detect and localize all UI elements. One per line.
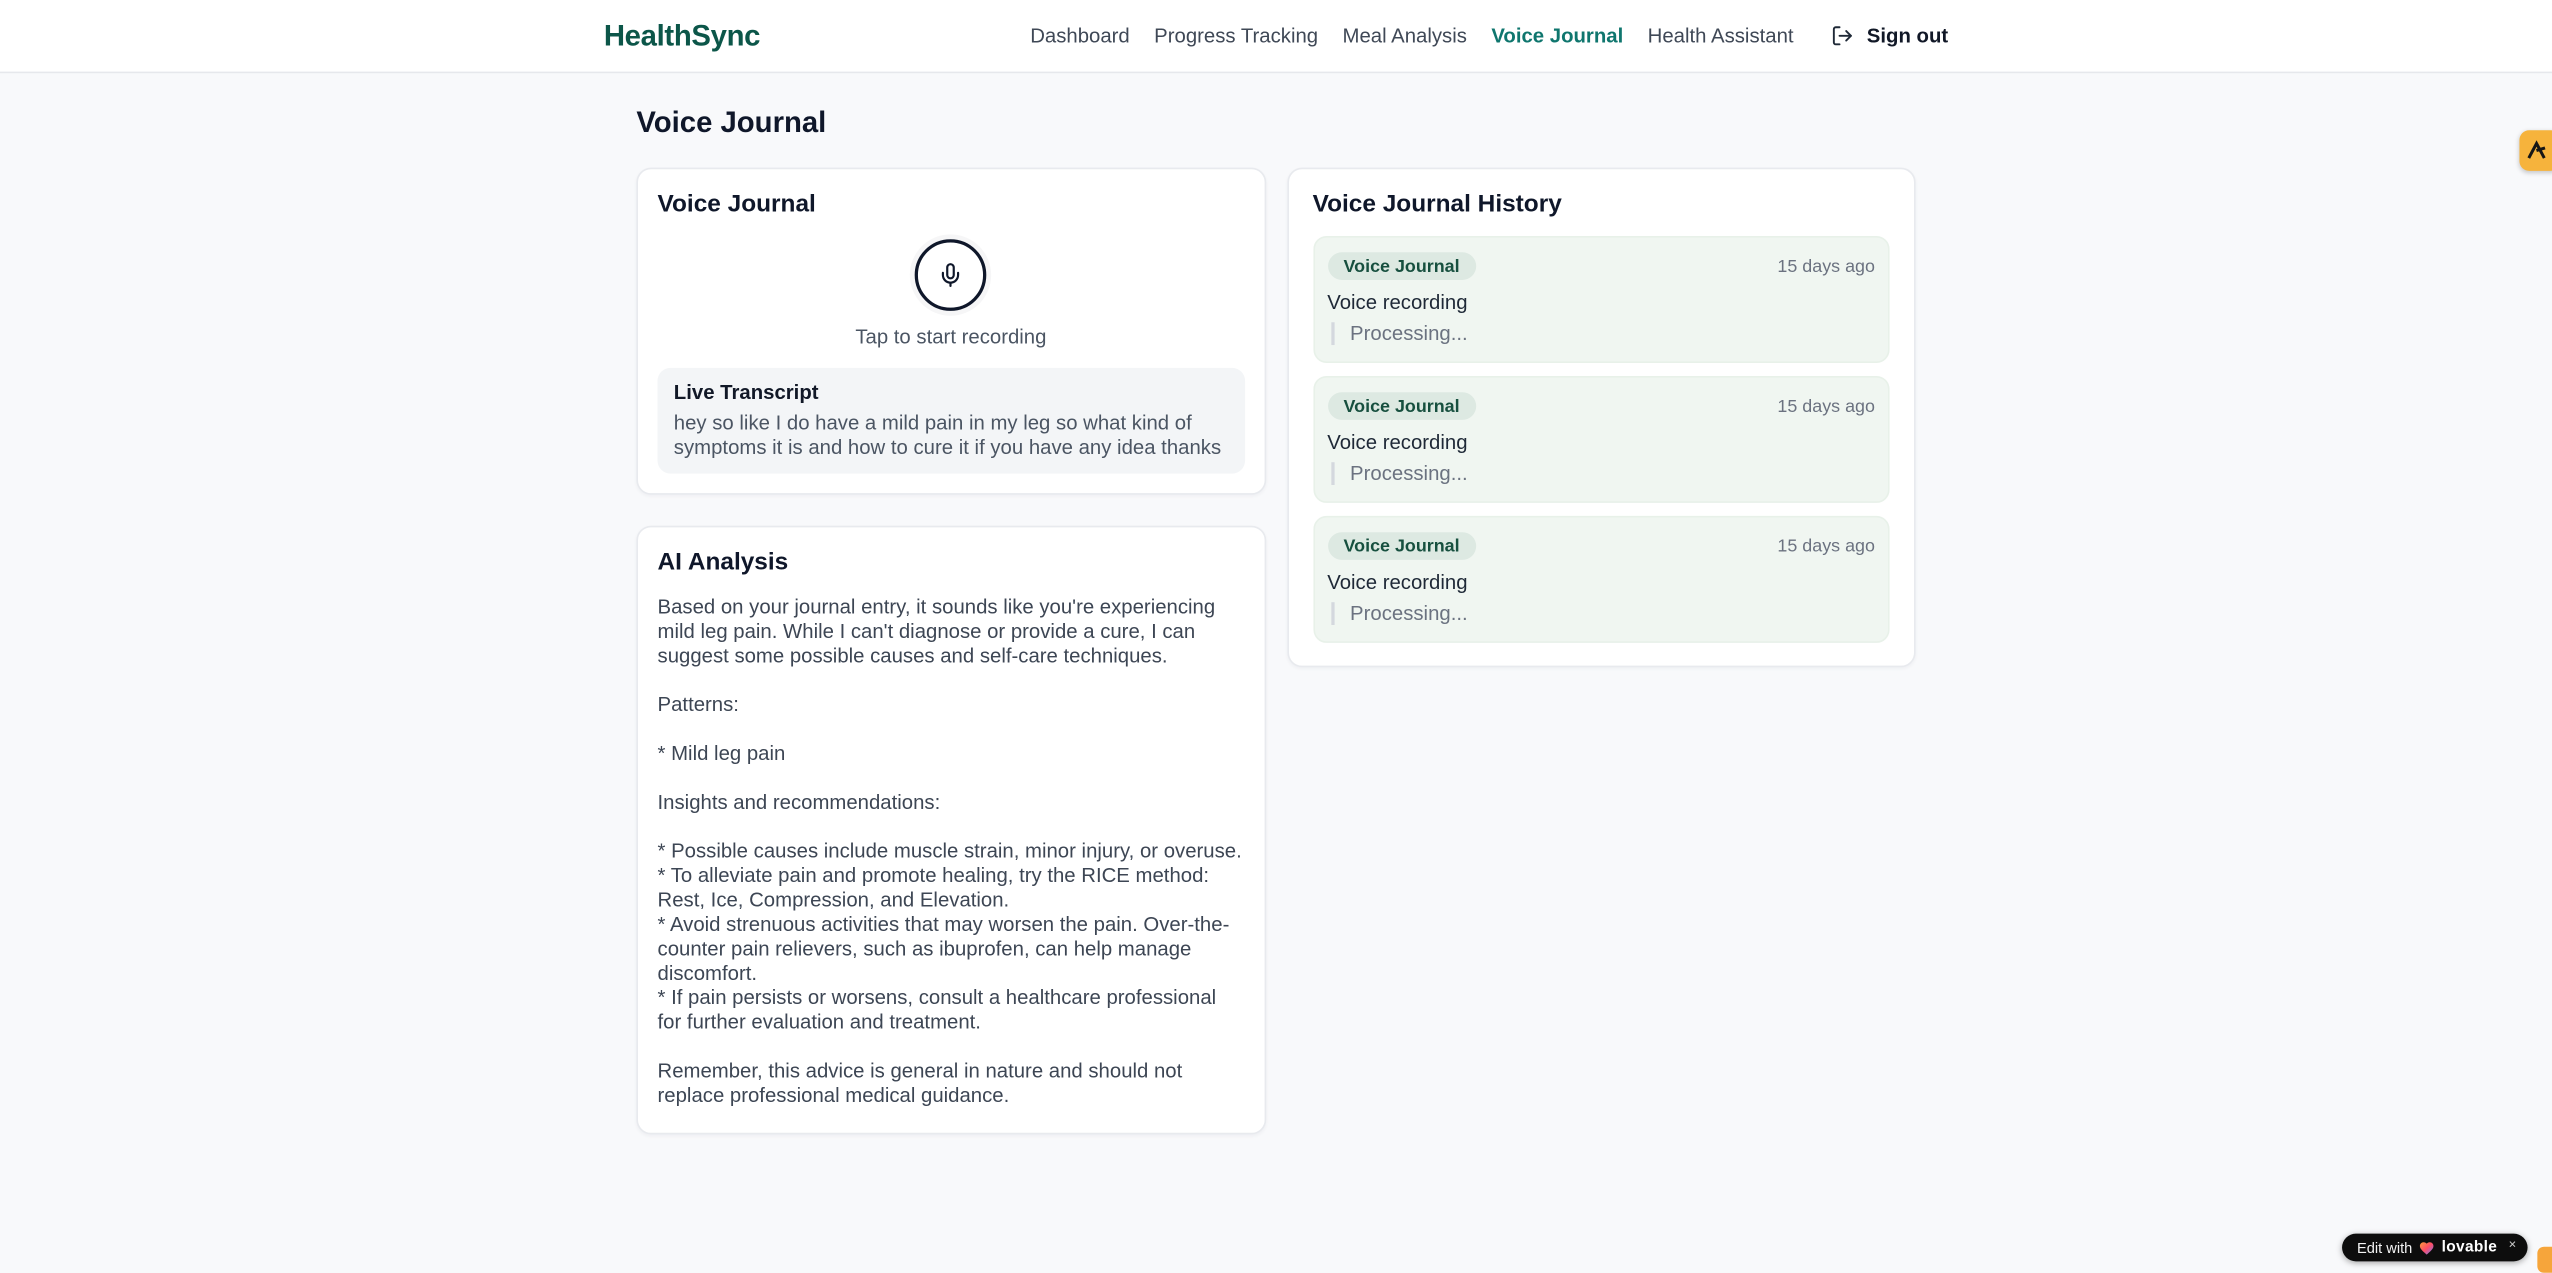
close-icon[interactable]: × — [2509, 1237, 2517, 1252]
page-title: Voice Journal — [636, 105, 827, 139]
history-entry: Voice Journal 15 days ago Voice recordin… — [1312, 515, 1890, 643]
nav-item-progress-tracking[interactable]: Progress Tracking — [1154, 24, 1318, 47]
entry-label: Voice recording — [1327, 291, 1468, 315]
browser-extension-button[interactable] — [2519, 130, 2552, 171]
history-entry: Voice Journal 15 days ago Voice recordin… — [1312, 235, 1890, 363]
main-nav: Dashboard Progress Tracking Meal Analysi… — [1030, 24, 1948, 47]
entry-label: Voice recording — [1327, 431, 1468, 455]
nav-item-voice-journal[interactable]: Voice Journal — [1491, 24, 1623, 47]
entry-status: Processing... — [1330, 322, 1875, 346]
nav-item-health-assistant[interactable]: Health Assistant — [1648, 24, 1794, 47]
right-column: Voice Journal History Voice Journal 15 d… — [1286, 167, 1916, 668]
left-column: Voice Journal Tap to start recording Liv… — [636, 167, 1266, 1135]
nav-item-meal-analysis[interactable]: Meal Analysis — [1343, 24, 1467, 47]
voice-journal-recorder-card: Voice Journal Tap to start recording Liv… — [636, 167, 1266, 495]
entry-timestamp: 15 days ago — [1777, 536, 1875, 556]
main-content: Voice Journal Voice Journal Tap to start… — [604, 73, 1948, 1135]
history-entry: Voice Journal 15 days ago Voice recordin… — [1312, 375, 1890, 503]
ai-analysis-title: AI Analysis — [657, 548, 789, 577]
live-transcript-text: hey so like I do have a mild pain in my … — [673, 411, 1222, 459]
entry-type-badge: Voice Journal — [1327, 532, 1476, 560]
heart-icon — [2420, 1241, 2434, 1254]
entry-type-badge: Voice Journal — [1327, 392, 1476, 420]
entry-label: Voice recording — [1327, 571, 1468, 595]
lambda-logo-icon — [2527, 140, 2546, 159]
history-card-title: Voice Journal History — [1312, 190, 1562, 219]
microphone-icon — [942, 263, 960, 287]
entry-timestamp: 15 days ago — [1777, 396, 1875, 416]
entry-status: Processing... — [1330, 602, 1875, 625]
entry-timestamp: 15 days ago — [1777, 256, 1875, 276]
edit-with-lovable-badge[interactable]: Edit with lovable × — [2342, 1233, 2528, 1262]
record-button[interactable] — [915, 239, 987, 311]
recording-hint: Tap to start recording — [855, 325, 1047, 349]
lovable-corner-widget[interactable] — [2537, 1246, 2552, 1273]
entry-type-badge: Voice Journal — [1327, 252, 1476, 280]
top-navbar: HealthSync Dashboard Progress Tracking M… — [0, 0, 2552, 74]
edit-badge-prefix: Edit with — [2356, 1239, 2413, 1256]
ai-analysis-card: AI Analysis Based on your journal entry,… — [636, 525, 1266, 1135]
app-logo[interactable]: HealthSync — [604, 19, 761, 53]
entry-status: Processing... — [1330, 462, 1875, 486]
sign-out-button[interactable]: Sign out — [1831, 24, 1948, 47]
log-out-icon — [1832, 26, 1852, 46]
nav-item-dashboard[interactable]: Dashboard — [1030, 24, 1130, 47]
app-root: HealthSync Dashboard Progress Tracking M… — [0, 0, 2552, 1273]
recorder-card-title: Voice Journal — [657, 190, 816, 219]
live-transcript-title: Live Transcript — [673, 380, 819, 404]
sign-out-label: Sign out — [1866, 24, 1949, 48]
voice-journal-history-card: Voice Journal History Voice Journal 15 d… — [1286, 167, 1916, 668]
live-transcript-box: Live Transcript hey so like I do have a … — [657, 367, 1245, 474]
lovable-brand-label: lovable — [2441, 1238, 2498, 1257]
ai-analysis-body: Based on your journal entry, it sounds l… — [657, 595, 1242, 1107]
